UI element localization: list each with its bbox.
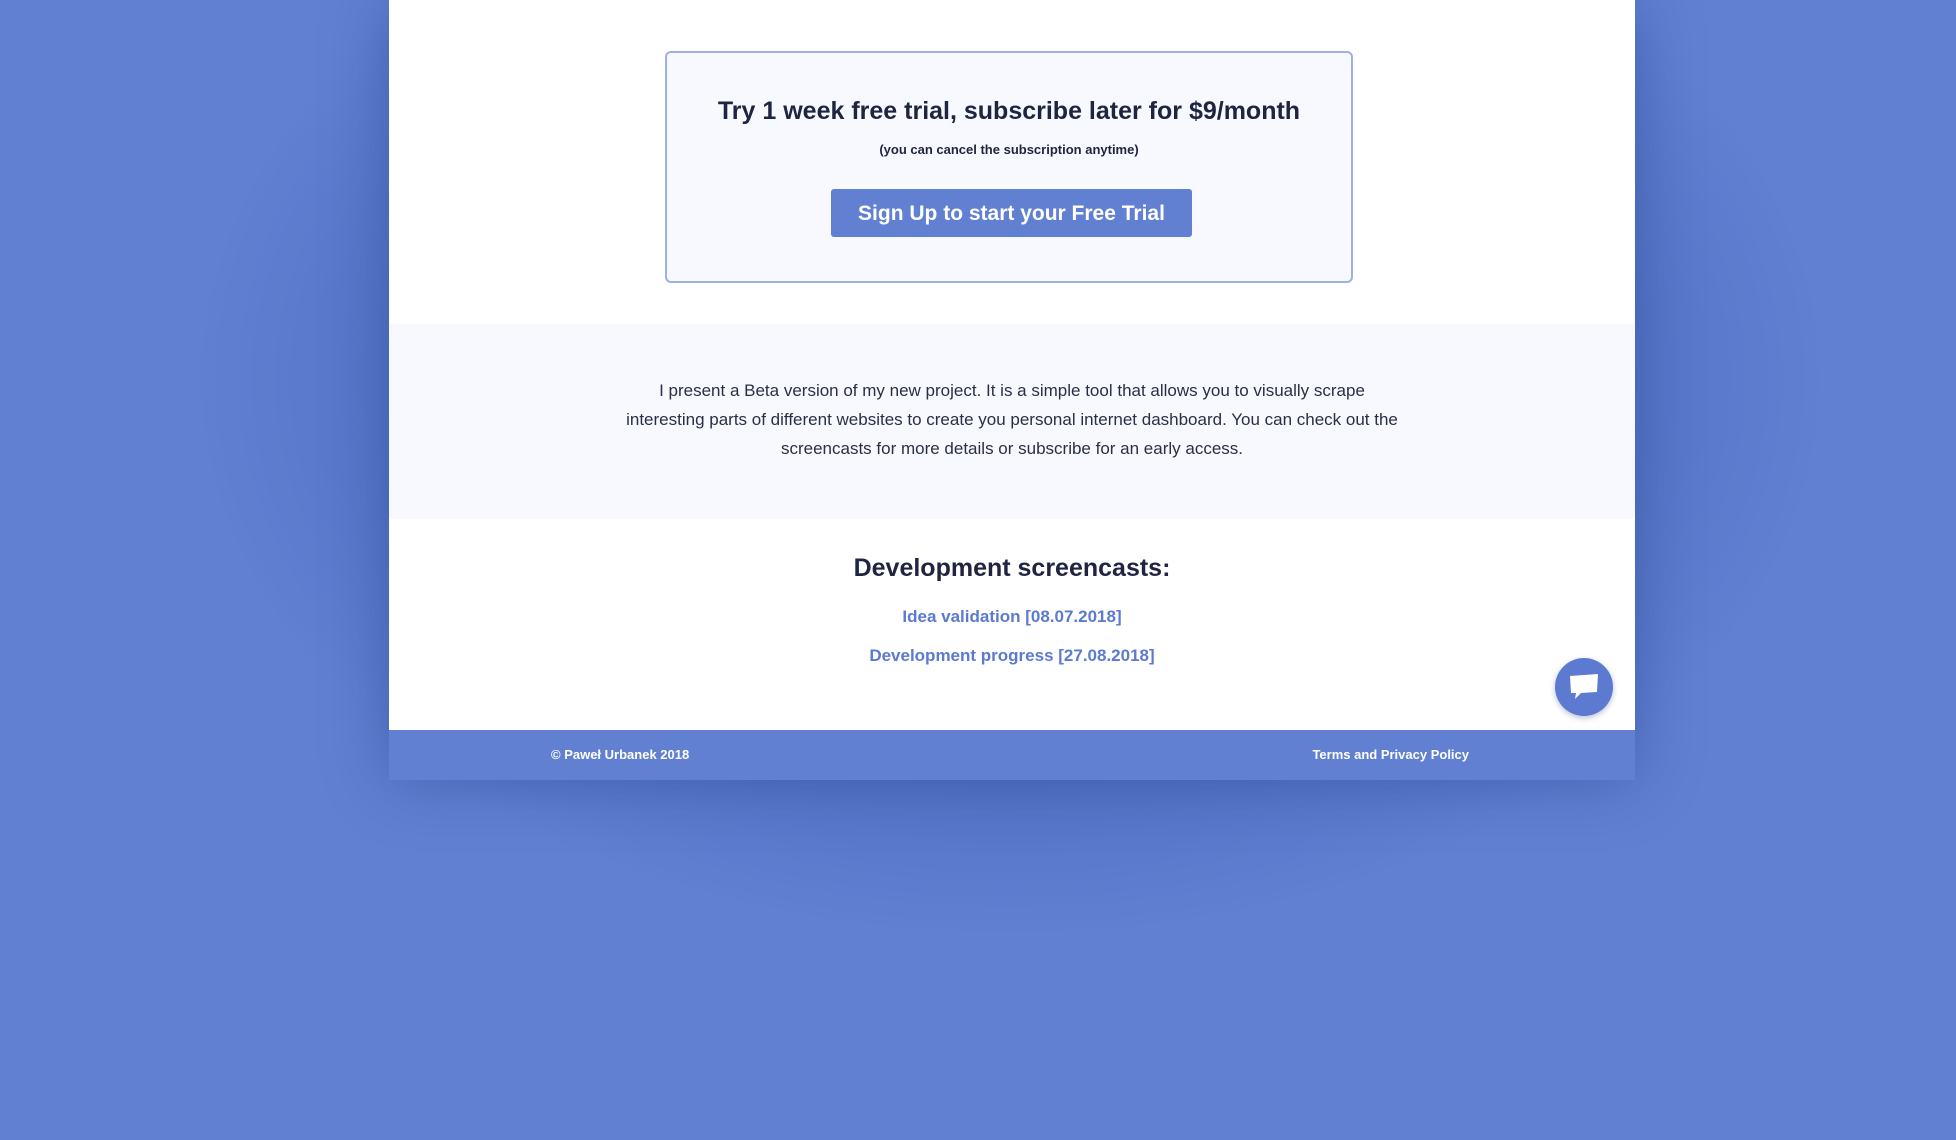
screencasts-title: Development screencasts: <box>853 554 1171 582</box>
trial-note: (you can cancel the subscription anytime… <box>879 142 1139 157</box>
terms-privacy-link[interactable]: Terms and Privacy Policy <box>1312 747 1469 762</box>
intro-section: I present a Beta version of my new proje… <box>389 324 1635 519</box>
chat-bubble-icon <box>1570 674 1598 699</box>
chat-button[interactable] <box>1555 658 1613 716</box>
intro-text: I present a Beta version of my new proje… <box>626 381 1398 458</box>
footer: © Paweł Urbanek 2018 Terms and Privacy P… <box>389 730 1635 780</box>
signup-button[interactable]: Sign Up to start your Free Trial <box>831 189 1192 237</box>
page-content: Try 1 week free trial, subscribe later f… <box>389 0 1635 780</box>
trial-title: Try 1 week free trial, subscribe later f… <box>717 97 1301 125</box>
footer-copyright: © Paweł Urbanek 2018 <box>551 747 690 762</box>
screencast-link-development-progress[interactable]: Development progress [27.08.2018] <box>389 646 1635 666</box>
screencast-link-idea-validation[interactable]: Idea validation [08.07.2018] <box>389 607 1635 627</box>
trial-offer-box: Try 1 week free trial, subscribe later f… <box>665 51 1353 283</box>
